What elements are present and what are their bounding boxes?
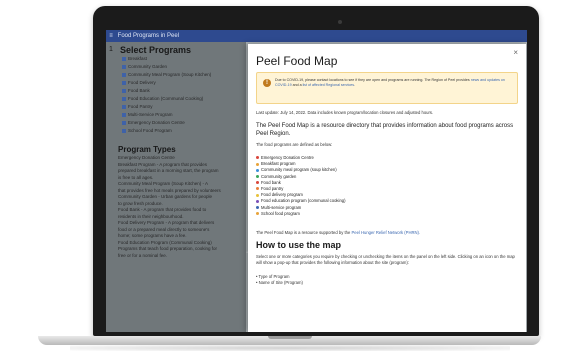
modal-title: Peel Food Map <box>256 54 338 68</box>
laptop-base-notch <box>268 336 312 339</box>
how-to-heading: How to use the map <box>256 240 342 250</box>
definitions-text: The food programs are defined as below: <box>256 142 333 147</box>
menu-icon[interactable]: ≡ <box>106 30 116 42</box>
info-modal: × Peel Food Map ! Due to COVID-19, pleas… <box>248 44 526 332</box>
checkbox-icon[interactable] <box>122 112 126 117</box>
category-label: Community Meal Program (Soup Kitchen) <box>128 72 212 77</box>
map-pin-icon <box>256 156 259 160</box>
program-legend-label: Community garden <box>261 173 297 179</box>
category-label: Community Garden <box>128 64 168 69</box>
support-body: The Peel Food Map is a resource supporte… <box>256 230 351 235</box>
program-legend-list: Emergency Donation Centre Breakfast progr… <box>256 155 476 217</box>
checkbox-icon[interactable] <box>122 88 126 93</box>
sidebar-step-number: 1 <box>109 46 113 53</box>
category-checkbox-item[interactable]: Food Education (Communal Cooking) <box>106 95 246 103</box>
map-pin-icon <box>256 206 259 210</box>
program-legend-label: Emergency Donation Centre <box>261 155 314 160</box>
program-legend-label: Food pantry <box>261 186 284 192</box>
category-label: Food Bank <box>128 88 150 93</box>
program-legend-label: Breakfast program <box>261 161 296 167</box>
category-checkbox-item[interactable]: Food Bank <box>106 87 246 95</box>
program-legend-label: School food program <box>261 210 300 216</box>
category-checkbox-item[interactable]: Multi-Service Program <box>106 111 246 119</box>
covid-alert: ! Due to COVID-19, please contact locati… <box>256 72 518 104</box>
program-legend-item: School food program <box>256 211 476 217</box>
category-label: School Food Program <box>128 128 172 133</box>
category-checkbox-item[interactable]: Community Garden <box>106 63 246 71</box>
category-checkbox-item[interactable]: Food Delivery <box>106 79 246 87</box>
category-checkbox-item[interactable]: Community Meal Program (Soup Kitchen) <box>106 71 246 79</box>
checkbox-icon[interactable] <box>122 104 126 109</box>
program-type-line: free or for a nominal fee. <box>118 252 168 258</box>
alert-body: Due to COVID-19, please contact location… <box>275 78 470 82</box>
category-label: Food Education (Communal Cooking) <box>128 96 204 101</box>
site-info-item: • Name of Site (Program) <box>256 280 303 286</box>
laptop-screen: ≡ Food Programs in Peel 1 Select Program… <box>106 30 527 332</box>
alert-connector: and a <box>292 83 302 88</box>
map-pin-icon <box>256 181 259 185</box>
category-checkbox-item[interactable]: School Food Program <box>106 127 246 135</box>
program-legend-label: Food delivery program <box>261 192 303 198</box>
close-icon[interactable]: × <box>513 48 518 57</box>
program-types-heading: Program Types <box>118 145 176 154</box>
category-checkbox-item[interactable]: Breakfast <box>106 55 246 63</box>
camera <box>338 20 342 24</box>
program-legend-label: Community meal program (soup kitchen) <box>261 167 337 173</box>
checkbox-icon[interactable] <box>122 120 126 125</box>
select-programs-heading: Select Programs <box>120 45 192 55</box>
checkbox-icon[interactable] <box>122 56 126 61</box>
checkbox-icon[interactable] <box>122 96 126 101</box>
category-label: Multi-Service Program <box>128 112 173 117</box>
alert-text: Due to COVID-19, please contact location… <box>275 78 511 89</box>
map-pin-icon <box>256 193 259 197</box>
category-label: Food Pantry <box>128 104 153 109</box>
last-update-text: Last update: July 14, 2022. Data include… <box>256 110 434 115</box>
app-header: ≡ Food Programs in Peel <box>106 30 527 42</box>
support-text: The Peel Food Map is a resource supporte… <box>256 230 420 235</box>
warning-icon: ! <box>263 79 271 87</box>
affected-services-link[interactable]: list of affected Regional services <box>303 83 354 87</box>
category-label: Emergency Donation Centre <box>128 120 185 125</box>
program-type-descriptions: Emergency Donation Centre Breakfast Progr… <box>106 155 246 259</box>
checkbox-icon[interactable] <box>122 128 126 133</box>
site-info-list: • Type of Program • Name of Site (Program… <box>256 274 303 286</box>
program-legend-label: Multi-service program <box>261 204 302 210</box>
checkbox-icon[interactable] <box>122 64 126 69</box>
map-pin-icon <box>256 199 259 203</box>
category-checkbox-item[interactable]: Emergency Donation Centre <box>106 119 246 127</box>
map-pin-icon <box>256 162 259 166</box>
category-list: Breakfast Community Garden Community Meal … <box>106 55 246 135</box>
map-pin-icon <box>256 212 259 216</box>
program-legend-label: Food bank <box>261 179 281 185</box>
checkbox-icon[interactable] <box>122 80 126 85</box>
checkbox-icon[interactable] <box>122 72 126 77</box>
category-label: Food Delivery <box>128 80 156 85</box>
how-to-text: Select one or more categories you requir… <box>256 254 515 266</box>
map-pin-icon <box>256 168 259 172</box>
laptop-shadow <box>70 345 510 351</box>
map-pin-icon <box>256 175 259 178</box>
category-label: Breakfast <box>128 56 148 61</box>
alert-period: . <box>354 83 356 88</box>
program-legend-label: Food education program (communal cooking… <box>261 198 346 204</box>
category-checkbox-item[interactable]: Food Pantry <box>106 103 246 111</box>
app-title: Food Programs in Peel <box>117 33 180 39</box>
map-pin-icon <box>256 187 259 191</box>
sidebar: 1 Select Programs Breakfast Community Gar… <box>106 42 246 332</box>
phrn-link[interactable]: Peel Hunger Relief Network (PHRN). <box>351 230 420 235</box>
intro-text: The Peel Food Map is a resource director… <box>256 123 514 137</box>
